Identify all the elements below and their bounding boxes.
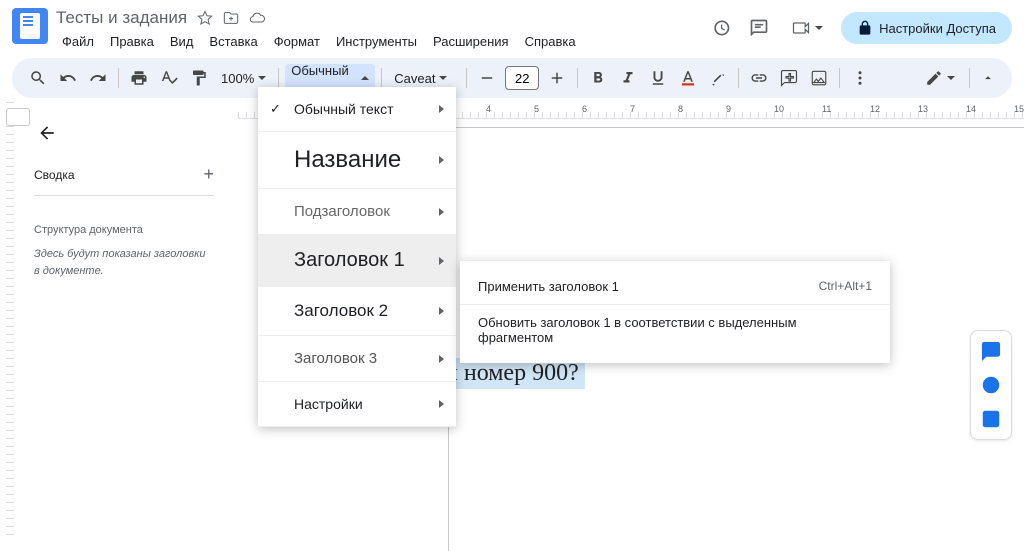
meet-button[interactable] [783,12,831,44]
submenu-arrow-icon [439,307,444,315]
history-icon[interactable] [707,14,735,42]
floating-actions [970,330,1012,440]
style-title[interactable]: Название [258,132,456,189]
star-icon[interactable] [197,10,213,26]
structure-title: Структура документа [34,224,234,236]
insert-image-icon[interactable] [805,64,833,92]
submenu-arrow-icon [439,355,444,363]
menu-extensions[interactable]: Расширения [427,31,515,52]
editing-mode-dropdown[interactable] [917,69,963,87]
cloud-status-icon[interactable] [249,10,265,26]
highlight-icon[interactable] [704,64,732,92]
submenu-arrow-icon [439,156,444,164]
heading-submenu: Применить заголовок 1Ctrl+Alt+1 Обновить… [460,261,890,363]
back-arrow-icon[interactable] [34,120,60,146]
menu-help[interactable]: Справка [519,31,582,52]
docs-logo[interactable] [12,8,48,44]
print-icon[interactable] [125,64,153,92]
doc-title[interactable]: Тесты и задания [56,8,187,28]
menu-edit[interactable]: Правка [104,31,160,52]
font-size-decrease[interactable] [473,64,501,92]
style-options[interactable]: Настройки [258,382,456,427]
add-comment-float-icon[interactable] [977,337,1005,365]
more-icon[interactable] [846,64,874,92]
add-comment-icon[interactable] [775,64,803,92]
share-button[interactable]: Настройки Доступа [841,12,1012,44]
style-heading-3[interactable]: Заголовок 3 [258,336,456,382]
emoji-reaction-icon[interactable] [977,371,1005,399]
search-icon[interactable] [24,64,52,92]
submenu-arrow-icon [439,257,444,265]
menu-file[interactable]: Файл [56,31,100,52]
menu-view[interactable]: Вид [164,31,200,52]
insert-link-icon[interactable] [745,64,773,92]
comments-icon[interactable] [745,14,773,42]
menu-format[interactable]: Формат [268,31,326,52]
underline-icon[interactable] [644,64,672,92]
style-normal[interactable]: Обычный текст [258,87,456,132]
suggest-edit-icon[interactable] [977,405,1005,433]
structure-placeholder: Здесь будут показаны заголовки в докумен… [34,246,214,279]
toolbar: 100% Обычный … Caveat [12,58,1012,98]
summary-label: Сводка [34,168,75,182]
text-color-icon[interactable] [674,64,702,92]
collapse-toolbar-icon[interactable] [976,66,1000,90]
outline-panel: Сводка + Структура документа Здесь будут … [10,104,238,551]
redo-icon[interactable] [84,64,112,92]
tab-indicator[interactable] [6,108,30,126]
submenu-arrow-icon [439,105,444,113]
bold-icon[interactable] [584,64,612,92]
style-heading-2[interactable]: Заголовок 2 [258,287,456,336]
submenu-arrow-icon [439,208,444,216]
paint-format-icon[interactable] [185,64,213,92]
style-heading-1[interactable]: Заголовок 1 [258,235,456,287]
menu-insert[interactable]: Вставка [203,31,263,52]
paragraph-style-menu: Обычный текст Название Подзаголовок Заго… [258,87,456,427]
add-summary-icon[interactable]: + [203,164,214,185]
update-heading[interactable]: Обновить заголовок 1 в соответствии с вы… [460,305,890,355]
undo-icon[interactable] [54,64,82,92]
spellcheck-icon[interactable] [155,64,183,92]
style-subtitle[interactable]: Подзаголовок [258,189,456,235]
move-folder-icon[interactable] [223,10,239,26]
submenu-arrow-icon [439,400,444,408]
font-size-input[interactable] [505,66,539,90]
font-size-increase[interactable] [543,64,571,92]
menu-tools[interactable]: Инструменты [330,31,423,52]
italic-icon[interactable] [614,64,642,92]
apply-heading[interactable]: Применить заголовок 1Ctrl+Alt+1 [460,269,890,305]
share-label: Настройки Доступа [879,21,996,36]
